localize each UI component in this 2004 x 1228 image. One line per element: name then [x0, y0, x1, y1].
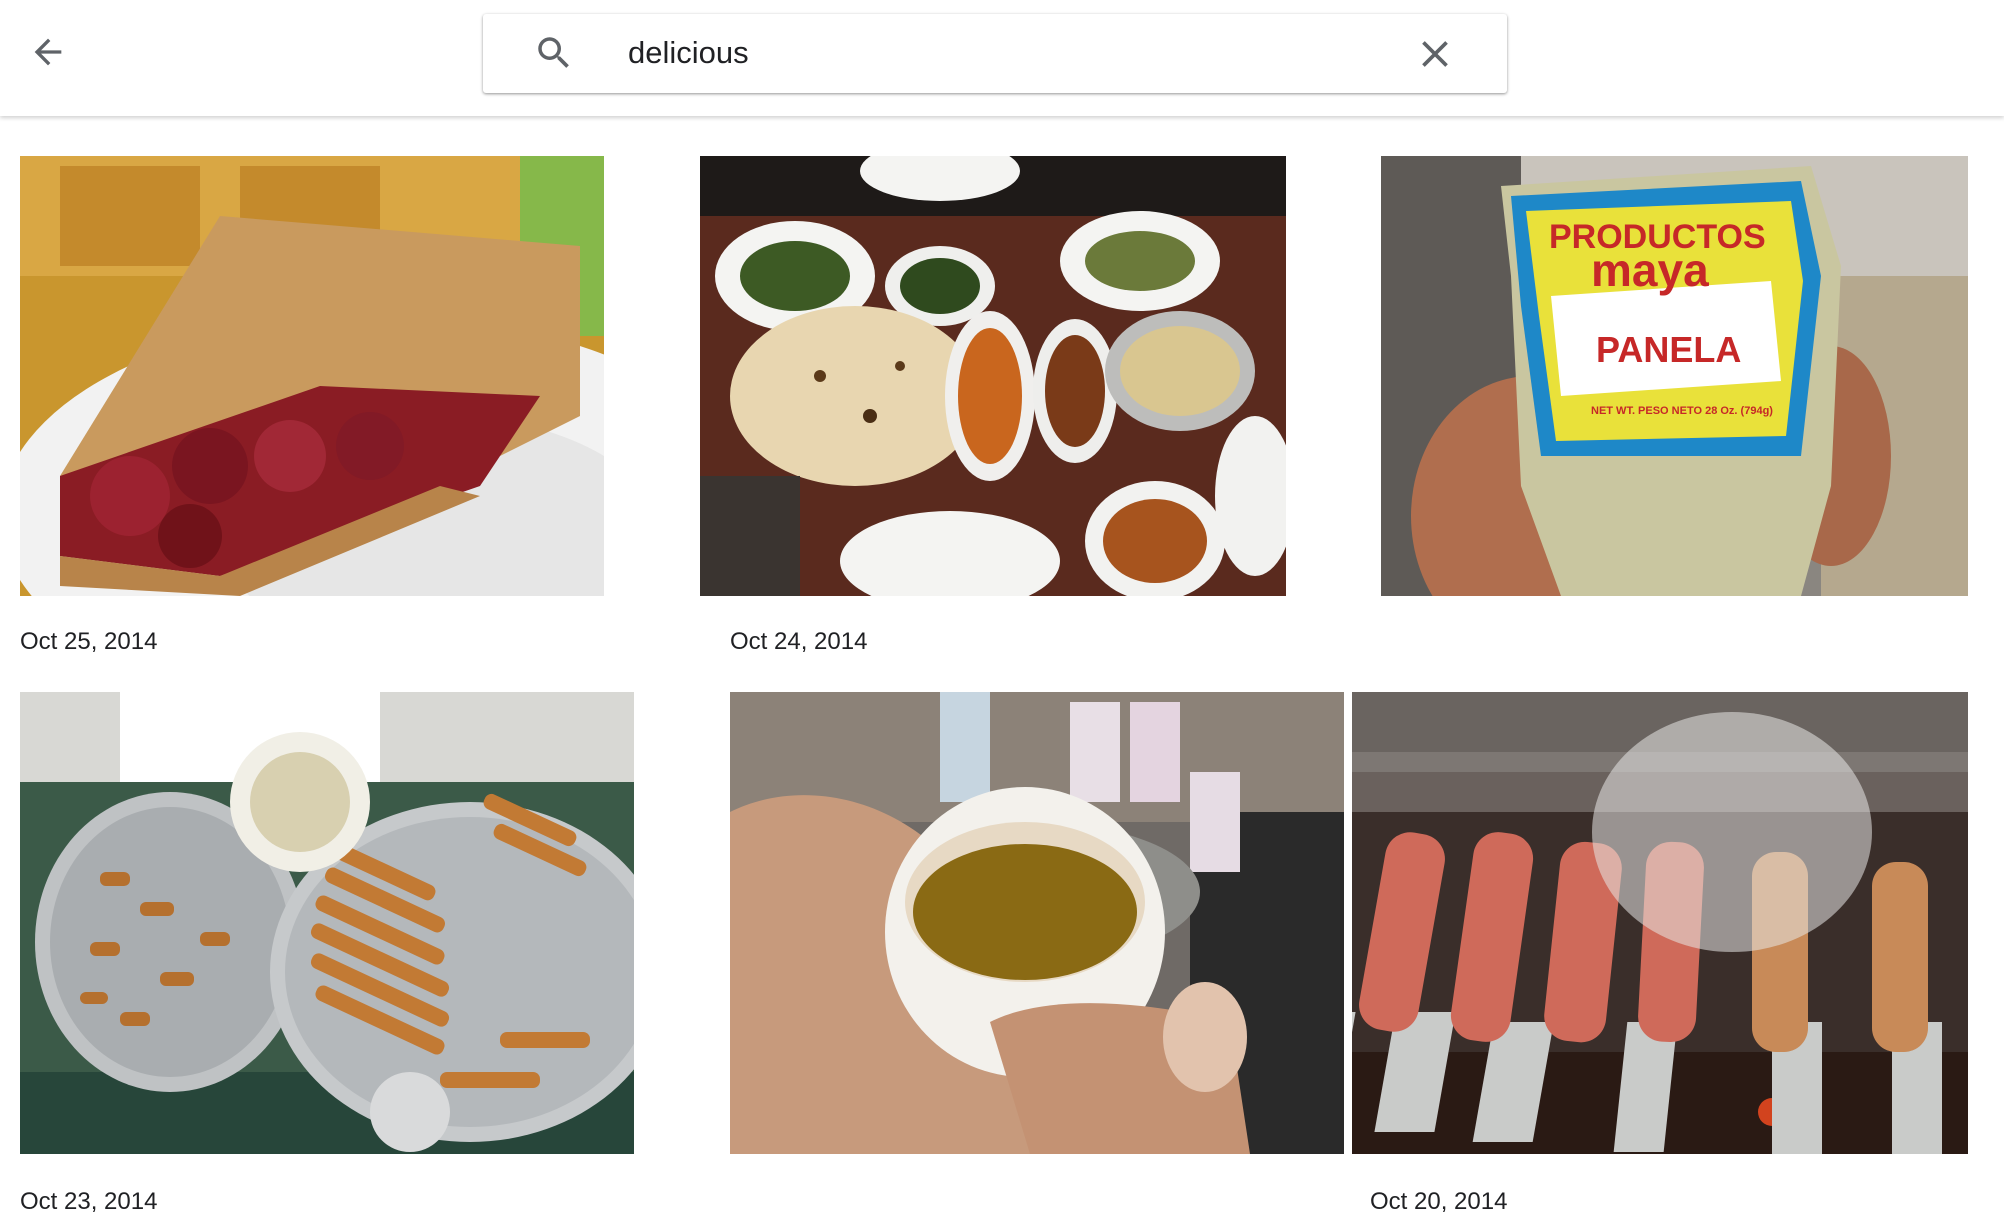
back-button[interactable]: [22, 26, 74, 78]
arrow-back-icon: [34, 38, 62, 66]
package-weight-text: NET WT. PESO NETO 28 Oz. (794g): [1591, 405, 1773, 417]
package-product-text: PANELA: [1596, 329, 1741, 370]
date-header: Oct 23, 2014: [20, 1188, 158, 1215]
search-box: [483, 14, 1507, 93]
photo-pastries[interactable]: [20, 692, 634, 1154]
photo-kebabs[interactable]: [1352, 692, 1968, 1154]
photo-panela[interactable]: PRODUCTOS maya PANELA NET WT. PESO NETO …: [1381, 156, 1968, 596]
photo-indian-food[interactable]: [700, 156, 1286, 596]
package-brand-script: maya: [1591, 244, 1709, 296]
photo-cherry-pie[interactable]: [20, 156, 604, 596]
clear-search-button[interactable]: [1413, 32, 1457, 76]
indian-food-image: [700, 156, 1286, 596]
date-header: Oct 25, 2014: [20, 628, 158, 655]
panela-image: PRODUCTOS maya PANELA NET WT. PESO NETO …: [1381, 156, 1968, 596]
search-icon: [538, 37, 569, 68]
photo-tea-cup[interactable]: [730, 692, 1344, 1154]
date-header: Oct 24, 2014: [730, 628, 868, 655]
close-icon: [1422, 41, 1448, 67]
cherry-pie-image: [20, 156, 604, 596]
search-input[interactable]: [628, 28, 1408, 78]
top-app-bar: [0, 0, 2004, 116]
pastries-image: [20, 692, 634, 1154]
tea-cup-image: [730, 692, 1344, 1154]
kebabs-image: [1352, 692, 1968, 1154]
date-header: Oct 20, 2014: [1370, 1188, 1508, 1215]
